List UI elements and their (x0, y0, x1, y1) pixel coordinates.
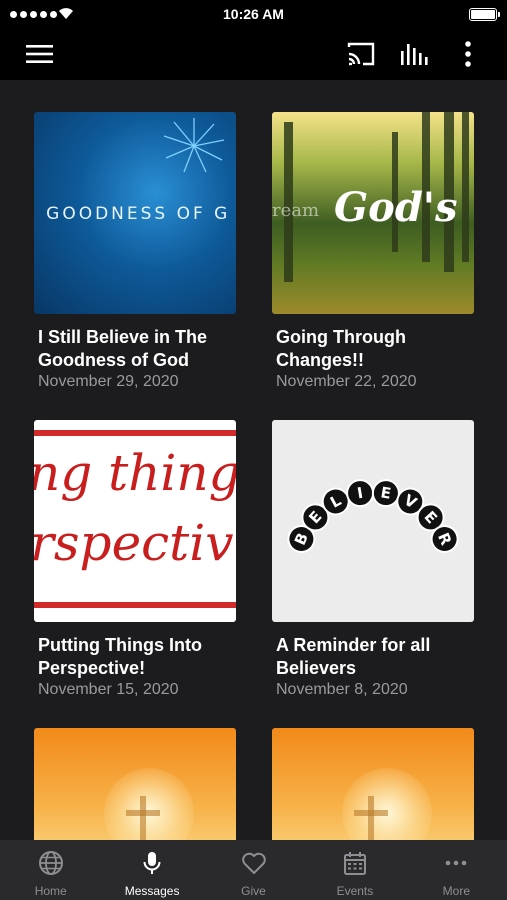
message-date: November 22, 2020 (276, 373, 417, 390)
message-thumbnail[interactable]: E GOODNESS OF G (34, 112, 236, 314)
heart-icon (241, 852, 266, 874)
microphone-icon (143, 852, 161, 874)
globe-icon (38, 851, 63, 875)
message-thumbnail[interactable]: BELIEVER (272, 420, 474, 622)
message-card[interactable]: ream God's Going Through Changes!! Novem… (272, 112, 474, 392)
message-card[interactable]: BELIEVER A Reminder for all Believers No… (272, 420, 474, 700)
messages-grid: E GOODNESS OF G I Still Believe in The G… (0, 80, 507, 840)
cross-icon (126, 796, 160, 840)
message-title: Going Through Changes!! (276, 327, 406, 370)
more-vert-icon[interactable] (452, 38, 484, 70)
message-thumbnail[interactable]: ng thing rspectiv (34, 420, 236, 622)
thumbnail-faded-text: ream (272, 200, 320, 221)
cross-icon (354, 796, 388, 840)
tab-label: More (442, 884, 470, 898)
app-bar (0, 28, 507, 80)
tab-give[interactable]: Give (203, 840, 304, 900)
battery-icon (469, 8, 500, 21)
message-title: I Still Believe in The Goodness of God (38, 327, 208, 370)
fireworks-graphic (163, 118, 225, 173)
thumbnail-text: E GOODNESS OF G (34, 204, 231, 224)
message-thumbnail[interactable] (272, 728, 474, 840)
believer-letter-badge: E (371, 479, 400, 508)
tab-label: Events (336, 884, 374, 898)
tab-label: Messages (124, 884, 180, 898)
tab-bar: Home Messages Give Events More (0, 840, 507, 900)
tab-events[interactable]: Events (304, 840, 405, 900)
message-title: Putting Things Into Perspective! (38, 635, 202, 678)
message-thumbnail[interactable]: ream God's (272, 112, 474, 314)
message-card[interactable]: E GOODNESS OF G I Still Believe in The G… (34, 112, 236, 392)
message-date: November 8, 2020 (276, 681, 408, 698)
menu-icon[interactable] (24, 38, 56, 70)
message-thumbnail[interactable] (34, 728, 236, 840)
believer-arc-graphic: BEL I E VER (287, 479, 459, 553)
message-date: November 29, 2020 (38, 373, 179, 390)
status-time: 10:26 AM (223, 6, 284, 22)
thumbnail-text: ng thing (34, 444, 236, 502)
message-card[interactable] (34, 728, 236, 840)
tab-label: Home (34, 884, 67, 898)
cast-icon[interactable] (345, 38, 377, 70)
calendar-icon (343, 852, 366, 875)
tab-home[interactable]: Home (0, 840, 101, 900)
tab-more[interactable]: More (406, 840, 507, 900)
message-card[interactable] (272, 728, 474, 840)
audio-bars-icon[interactable] (398, 38, 430, 70)
message-card[interactable]: ng thing rspectiv Putting Things Into Pe… (34, 420, 236, 700)
message-title: A Reminder for all Believers (276, 635, 431, 678)
thumbnail-text: God's (334, 184, 458, 231)
status-bar: 10:26 AM (0, 0, 507, 28)
tab-messages[interactable]: Messages (101, 840, 202, 900)
tab-label: Give (241, 884, 266, 898)
more-horiz-icon (446, 860, 467, 866)
thumbnail-text-2: rspectiv (34, 514, 234, 572)
message-date: November 15, 2020 (38, 681, 179, 698)
believer-letter-badge: I (346, 479, 375, 508)
